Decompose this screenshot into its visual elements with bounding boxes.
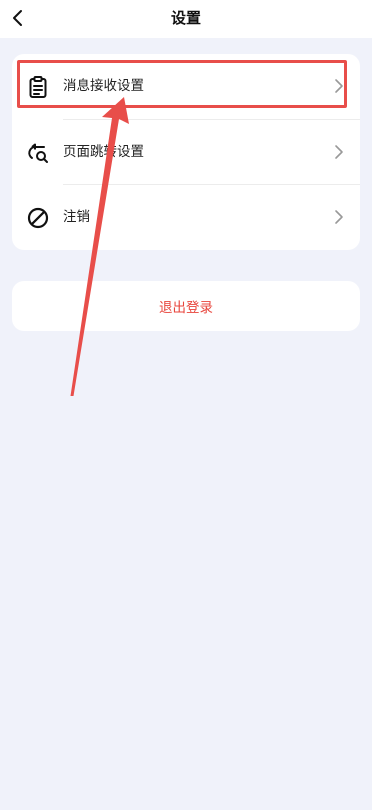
menu-item-redirect-settings[interactable]: 页面跳转设置 xyxy=(12,120,360,185)
page-title: 设置 xyxy=(170,9,201,27)
menu-item-deregister[interactable]: 注销 xyxy=(12,185,360,250)
clipboard-list-icon xyxy=(29,76,47,98)
menu-item-label: 消息接收设置 xyxy=(63,78,144,94)
menu-item-message-settings[interactable]: 消息接收设置 xyxy=(12,54,360,119)
settings-menu: 消息接收设置 页面跳转设置 注销 xyxy=(12,54,360,250)
menu-item-label: 注销 xyxy=(63,209,90,225)
redirect-search-icon xyxy=(28,143,48,163)
chevron-right-icon xyxy=(335,79,343,93)
logout-button[interactable]: 退出登录 xyxy=(12,281,360,331)
ban-icon xyxy=(27,207,49,229)
top-bar: 设置 xyxy=(0,0,372,38)
chevron-right-icon xyxy=(335,145,343,159)
menu-item-label: 页面跳转设置 xyxy=(63,144,144,160)
chevron-right-icon xyxy=(335,210,343,224)
